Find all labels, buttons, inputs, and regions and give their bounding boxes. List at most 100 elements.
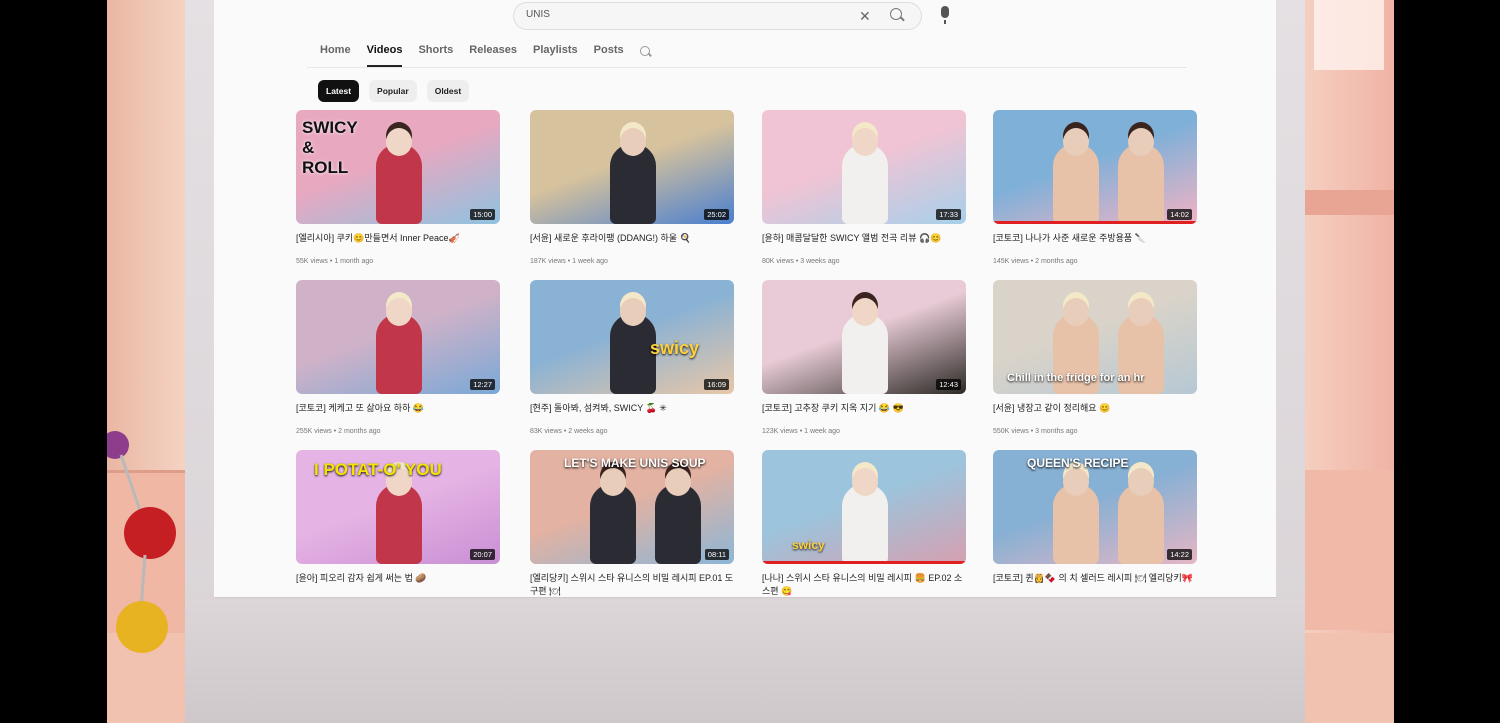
video-title[interactable]: [윤하] 매콤달달한 SWICY 앨범 전곡 리뷰 🎧😊 [762, 232, 966, 258]
video-card[interactable]: LET'S MAKE UNIS SOUP 08:11 [엘리당키] 스위시 스타 유… [530, 450, 734, 597]
chip-oldest[interactable]: Oldest [426, 80, 470, 102]
video-duration: 14:22 [1167, 549, 1192, 560]
video-title[interactable]: [코토코] 나나가 사준 새로운 주방용품 🔪 [993, 232, 1197, 258]
thumbnail-person [1053, 484, 1099, 564]
monitor: UNIS ✕ Home Videos Shorts Releases Playl… [185, 0, 1305, 723]
video-meta: 255K views • 2 months ago [296, 428, 381, 435]
thumbnail-head [852, 468, 878, 496]
video-thumbnail[interactable]: 25:02 [530, 110, 734, 224]
thumbnail-head [386, 298, 412, 326]
chip-popular[interactable]: Popular [369, 80, 417, 102]
video-thumbnail[interactable]: SWICY & ROLL 15:00 [296, 110, 500, 224]
video-thumbnail[interactable]: LET'S MAKE UNIS SOUP 08:11 [530, 450, 734, 564]
thumbnail-overlay-text: SWICY & ROLL [302, 118, 358, 177]
tab-shorts[interactable]: Shorts [418, 44, 453, 67]
tab-home[interactable]: Home [320, 44, 351, 67]
video-duration: 16:09 [704, 379, 729, 390]
close-icon[interactable]: ✕ [859, 8, 871, 25]
thumbnail-person [842, 314, 888, 394]
video-thumbnail[interactable]: 12:43 [762, 280, 966, 394]
thumbnail-head [852, 298, 878, 326]
thumbnail-head [1063, 128, 1089, 156]
video-card[interactable]: 12:27 [코토코] 케케고 또 삶아요 하하 😂 255K views • 2 … [296, 280, 500, 435]
thumbnail-overlay-text: I POTAT-O' YOU [314, 460, 442, 479]
video-meta: 550K views • 3 months ago [993, 428, 1078, 435]
video-title[interactable]: [서윤] 냉장고 같이 정리해요 😊 [993, 402, 1197, 428]
video-meta: 145K views • 2 months ago [993, 258, 1078, 265]
video-thumbnail[interactable]: I POTAT-O' YOU 20:07 [296, 450, 500, 564]
video-title[interactable]: [코토코] 케케고 또 삶아요 하하 😂 [296, 402, 500, 428]
video-card[interactable]: SWICY & ROLL 15:00 [엘리시아] 쿠키😊만들면서 Inner Pe… [296, 110, 500, 265]
video-meta: 83K views • 2 weeks ago [530, 428, 608, 435]
video-thumbnail[interactable]: 12:27 [296, 280, 500, 394]
chip-latest[interactable]: Latest [318, 80, 360, 102]
video-card[interactable]: 25:02 [서윤] 새로운 후라이팽 (DDANG!) 하울 🍳 187K vie… [530, 110, 734, 265]
monitor-chin [185, 600, 1305, 723]
thumbnail-head [852, 128, 878, 156]
decoration-balls [107, 431, 176, 653]
search-icon[interactable] [890, 8, 902, 20]
video-title[interactable]: [서윤] 새로운 후라이팽 (DDANG!) 하울 🍳 [530, 232, 734, 258]
thumbnail-person [1118, 144, 1164, 224]
background-room: UNIS ✕ Home Videos Shorts Releases Playl… [107, 0, 1394, 723]
video-thumbnail[interactable]: Chill in the fridge for an hr [993, 280, 1197, 394]
thumbnail-person [655, 484, 701, 564]
video-card[interactable]: 12:43 [코토코] 고추장 쿠키 지옥 지기 😂 😎 123K views • … [762, 280, 966, 435]
video-title[interactable]: [코토코] 퀸👸🍫 의 치 셀러드 레시피 🍽 엘리당키🎀 [993, 572, 1197, 597]
video-title[interactable]: [엘리시아] 쿠키😊만들면서 Inner Peace🎻 [296, 232, 500, 258]
video-card[interactable]: QUEEN'S RECIPE 14:22 [코토코] 퀸👸🍫 의 치 셀러드 레시피… [993, 450, 1197, 597]
window-light [1314, 0, 1384, 70]
video-duration: 12:27 [470, 379, 495, 390]
search-input[interactable]: UNIS [526, 9, 550, 20]
video-title[interactable]: [코토코] 고추장 쿠키 지옥 지기 😂 😎 [762, 402, 966, 428]
video-thumbnail[interactable]: swicy 16:09 [530, 280, 734, 394]
video-duration: 17:33 [936, 209, 961, 220]
thumbnail-head [1063, 468, 1089, 496]
tab-playlists[interactable]: Playlists [533, 44, 578, 67]
video-duration: 25:02 [704, 209, 729, 220]
video-card[interactable]: swicy [나나] 스위시 스타 유니스의 비밀 레시피 🍔 EP.02 소스편… [762, 450, 966, 597]
thumbnail-head [1128, 468, 1154, 496]
video-duration: 08:11 [704, 549, 729, 560]
video-meta: 80K views • 3 weeks ago [762, 258, 840, 265]
video-card[interactable]: 17:33 [윤하] 매콤달달한 SWICY 앨범 전곡 리뷰 🎧😊 80K vie… [762, 110, 966, 265]
video-duration: 15:00 [470, 209, 495, 220]
video-title[interactable]: [현주] 돌아봐, 섬켜봐, SWICY 🍒 ✳ [530, 402, 734, 428]
thumbnail-overlay-text: LET'S MAKE UNIS SOUP [564, 456, 706, 470]
tab-releases[interactable]: Releases [469, 44, 517, 67]
thumbnail-head [1063, 298, 1089, 326]
thumbnail-person [610, 144, 656, 224]
thumbnail-head [1128, 128, 1154, 156]
tab-posts[interactable]: Posts [594, 44, 624, 67]
thumbnail-person [1118, 484, 1164, 564]
video-card[interactable]: swicy 16:09 [현주] 돌아봐, 섬켜봐, SWICY 🍒 ✳ 83K vi… [530, 280, 734, 435]
video-thumbnail[interactable]: 17:33 [762, 110, 966, 224]
thumbnail-overlay-text: Chill in the fridge for an hr [1007, 372, 1145, 384]
video-meta: 55K views • 1 month ago [296, 258, 374, 265]
video-card[interactable]: 14:02 [코토코] 나나가 사준 새로운 주방용품 🔪 145K views •… [993, 110, 1197, 265]
watch-progress-bar [762, 561, 966, 564]
search-bar[interactable]: UNIS ✕ [513, 2, 922, 30]
thumbnail-head [665, 468, 691, 496]
video-thumbnail[interactable]: 14:02 [993, 110, 1197, 224]
video-thumbnail[interactable]: QUEEN'S RECIPE 14:22 [993, 450, 1197, 564]
thumbnail-person [376, 484, 422, 564]
video-card[interactable]: I POTAT-O' YOU 20:07 [윤아] 피오리 감자 쉽게 써는 법 🥔 [296, 450, 500, 597]
thumbnail-head [620, 128, 646, 156]
channel-search-icon[interactable] [640, 46, 650, 56]
microphone-icon[interactable] [941, 6, 949, 24]
thumbnail-person [590, 484, 636, 564]
channel-tabs: Home Videos Shorts Releases Playlists Po… [320, 44, 640, 67]
thumbnail-head [1128, 298, 1154, 326]
video-card[interactable]: Chill in the fridge for an hr [서윤] 냉장고 같이… [993, 280, 1197, 435]
video-title[interactable]: [엘리당키] 스위시 스타 유니스의 비밀 레시피 EP.01 도구편 🍽 [530, 572, 734, 597]
tab-videos[interactable]: Videos [366, 44, 403, 67]
video-thumbnail[interactable]: swicy [762, 450, 966, 564]
video-title[interactable]: [나나] 스위시 스타 유니스의 비밀 레시피 🍔 EP.02 소스편 😋 [762, 572, 966, 597]
watch-progress-bar [993, 221, 1197, 224]
browser-screen: UNIS ✕ Home Videos Shorts Releases Playl… [214, 0, 1276, 597]
video-title[interactable]: [윤아] 피오리 감자 쉽게 써는 법 🥔 [296, 572, 500, 597]
video-meta: 123K views • 1 week ago [762, 428, 840, 435]
thumbnail-head [620, 298, 646, 326]
video-duration: 14:02 [1167, 209, 1192, 220]
